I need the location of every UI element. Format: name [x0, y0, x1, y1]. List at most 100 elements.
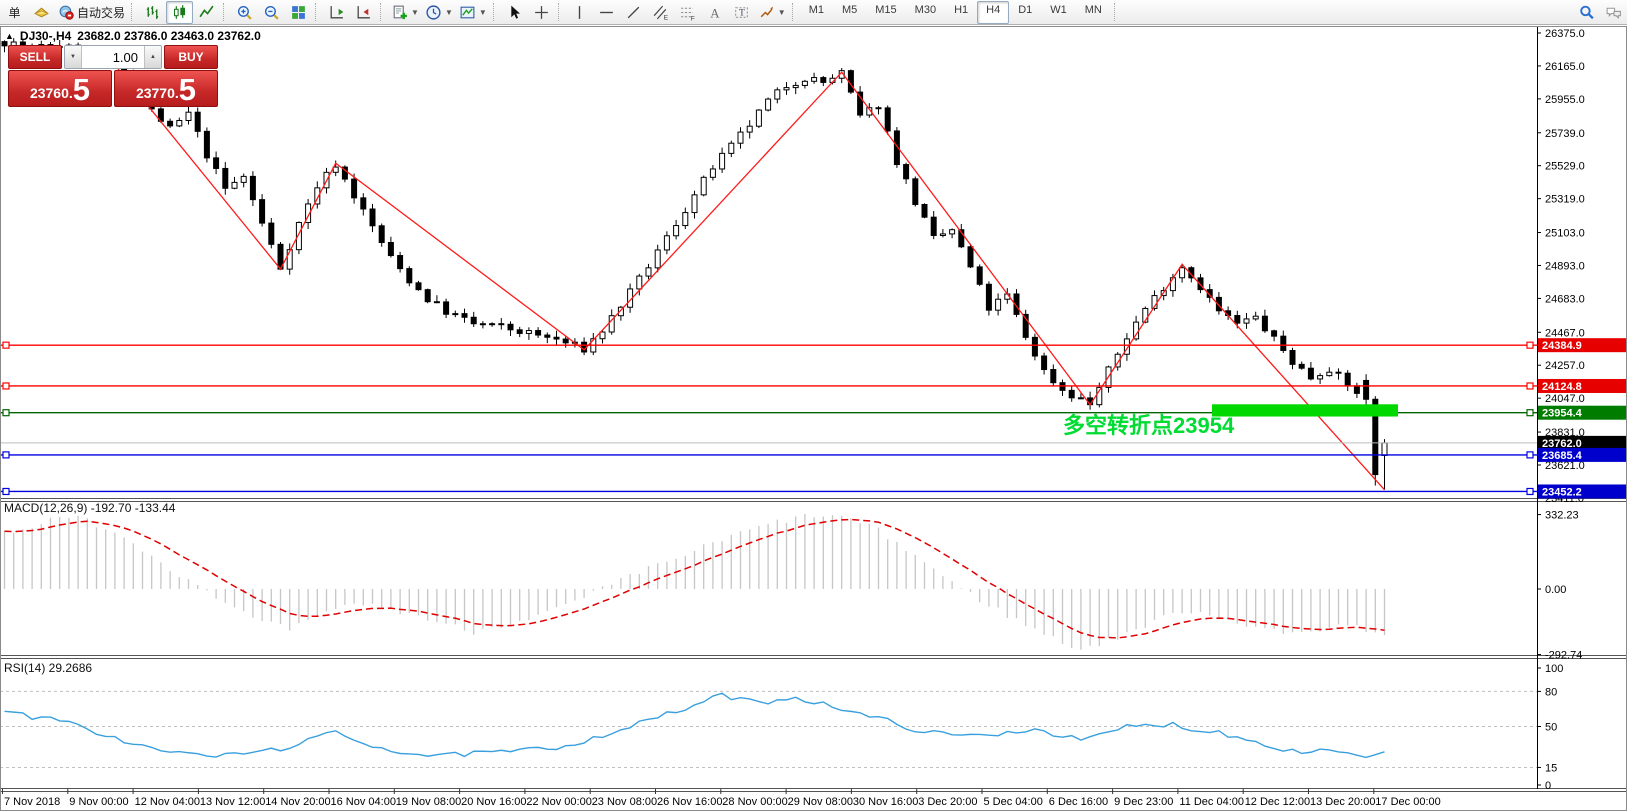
dropdown-arrow-icon[interactable]: ▼	[479, 8, 487, 17]
main-chart-pane[interactable]	[0, 26, 1537, 500]
dropdown-arrow-icon[interactable]: ▼	[778, 8, 786, 17]
dropdown-arrow-icon[interactable]: ▼	[445, 8, 453, 17]
svg-text:9 Dec 23:00: 9 Dec 23:00	[1114, 796, 1173, 808]
svg-text:24683.0: 24683.0	[1545, 293, 1585, 305]
svg-text:24257.0: 24257.0	[1545, 360, 1585, 372]
svg-text:13 Dec 20:00: 13 Dec 20:00	[1310, 796, 1375, 808]
fibonacci-icon: F	[679, 4, 696, 21]
vertical-line-button[interactable]	[566, 1, 593, 24]
sell-price-main: 23760.	[30, 81, 73, 105]
search-button[interactable]	[1573, 1, 1600, 24]
candlestick-chart-button[interactable]	[166, 1, 193, 24]
toolbar: 单 自动交易 ▼ ▼ ▼ EFAT ▼ M1M5M15M30H1H4D1W1MN	[0, 0, 1627, 25]
timeframe-H1[interactable]: H1	[945, 1, 977, 24]
bar-chart-button[interactable]	[139, 1, 166, 24]
new-order-button[interactable]: 单	[1, 1, 28, 24]
timeframe-M5[interactable]: M5	[833, 1, 866, 24]
svg-text:14 Nov 20:00: 14 Nov 20:00	[265, 796, 330, 808]
sell-price[interactable]: 23760. 5	[8, 70, 112, 107]
svg-text:9 Nov 00:00: 9 Nov 00:00	[69, 796, 128, 808]
cursor-button[interactable]	[501, 1, 528, 24]
volume-input[interactable]: 1.00	[82, 46, 144, 68]
svg-text:24124.8: 24124.8	[1542, 381, 1582, 393]
text-label-button[interactable]: T	[728, 1, 755, 24]
timeframe-M1[interactable]: M1	[800, 1, 833, 24]
periods-button[interactable]: ▼	[422, 1, 456, 24]
zoom-out-button[interactable]	[258, 1, 285, 24]
line-anchor-handle[interactable]	[1527, 383, 1533, 389]
timeframe-H4[interactable]: H4	[977, 1, 1009, 24]
horizontal-line-button[interactable]	[593, 1, 620, 24]
line-anchor-handle[interactable]	[3, 383, 9, 389]
arrows-icon	[758, 4, 775, 21]
buy-button[interactable]: BUY	[164, 45, 218, 69]
line-anchor-handle[interactable]	[1527, 342, 1533, 348]
svg-text:17 Dec 00:00: 17 Dec 00:00	[1375, 796, 1440, 808]
svg-text:23 Nov 08:00: 23 Nov 08:00	[592, 796, 657, 808]
toolbar-separator	[315, 3, 319, 21]
svg-text:50: 50	[1545, 722, 1557, 734]
turning-point-annotation: 多空转折点23954	[1063, 413, 1235, 438]
crosshair-button[interactable]	[528, 1, 555, 24]
line-anchor-handle[interactable]	[3, 488, 9, 494]
timeframe-M15[interactable]: M15	[866, 1, 905, 24]
timeframe-M30[interactable]: M30	[906, 1, 945, 24]
svg-text:28 Nov 00:00: 28 Nov 00:00	[722, 796, 787, 808]
line-anchor-handle[interactable]	[1527, 488, 1533, 494]
chat-button[interactable]	[1600, 1, 1627, 24]
timeframe-MN[interactable]: MN	[1076, 1, 1111, 24]
line-chart-icon	[198, 4, 215, 21]
line-anchor-handle[interactable]	[3, 410, 9, 416]
template-icon	[459, 4, 476, 21]
tile-windows-button[interactable]	[285, 1, 312, 24]
arrows-button[interactable]: ▼	[755, 1, 789, 24]
text-icon: A	[706, 4, 723, 21]
candlestick-icon	[171, 4, 188, 21]
volume-increase-icon[interactable]: ▲	[144, 46, 161, 68]
new-chart-icon	[391, 4, 408, 21]
templates-button[interactable]: ▼	[456, 1, 490, 24]
line-anchor-handle[interactable]	[1527, 410, 1533, 416]
zoom-out-icon	[263, 4, 280, 21]
rsi-pane[interactable]	[0, 659, 1537, 789]
toolbar-separator	[380, 3, 384, 21]
new-chart-button[interactable]: ▼	[388, 1, 422, 24]
channel-button[interactable]: E	[647, 1, 674, 24]
buy-price[interactable]: 23770. 5	[114, 70, 218, 107]
text-button[interactable]: A	[701, 1, 728, 24]
trendline-button[interactable]	[620, 1, 647, 24]
svg-text:30 Nov 16:00: 30 Nov 16:00	[853, 796, 918, 808]
text-label-icon: T	[733, 4, 750, 21]
auto-scroll-button[interactable]	[350, 1, 377, 24]
zoom-in-button[interactable]	[231, 1, 258, 24]
dropdown-arrow-icon[interactable]: ▼	[411, 8, 419, 17]
fibonacci-button[interactable]: F	[674, 1, 701, 24]
svg-text:16 Nov 04:00: 16 Nov 04:00	[331, 796, 396, 808]
chart-shift-icon	[328, 4, 345, 21]
chart-shift-button[interactable]	[323, 1, 350, 24]
svg-text:24384.9: 24384.9	[1542, 340, 1582, 352]
collapse-panel-icon[interactable]: ▲	[5, 31, 14, 41]
chart-canvas[interactable]: 多空转折点2395426375.026165.025955.025739.025…	[0, 0, 1627, 811]
autotrading-button[interactable]: 自动交易	[55, 1, 128, 24]
book-icon[interactable]	[28, 1, 55, 24]
auto-scroll-icon	[355, 4, 372, 21]
line-anchor-handle[interactable]	[3, 342, 9, 348]
timeframe-D1[interactable]: D1	[1009, 1, 1041, 24]
sell-button[interactable]: SELL	[8, 45, 62, 69]
svg-text:20 Nov 16:00: 20 Nov 16:00	[461, 796, 526, 808]
svg-text:26165.0: 26165.0	[1545, 61, 1585, 73]
green-highlight-box[interactable]	[1212, 404, 1398, 416]
timeframe-W1[interactable]: W1	[1041, 1, 1076, 24]
svg-text:0: 0	[1545, 780, 1551, 792]
volume-decrease-icon[interactable]: ▼	[65, 46, 82, 68]
svg-text:5 Dec 04:00: 5 Dec 04:00	[984, 796, 1043, 808]
toolbar-separator	[558, 3, 562, 21]
line-anchor-handle[interactable]	[1527, 452, 1533, 458]
line-chart-button[interactable]	[193, 1, 220, 24]
svg-text:0.00: 0.00	[1545, 584, 1566, 596]
line-anchor-handle[interactable]	[3, 452, 9, 458]
svg-text:24047.0: 24047.0	[1545, 393, 1585, 405]
book-icon	[33, 4, 50, 21]
svg-text:23954.4: 23954.4	[1542, 408, 1583, 420]
